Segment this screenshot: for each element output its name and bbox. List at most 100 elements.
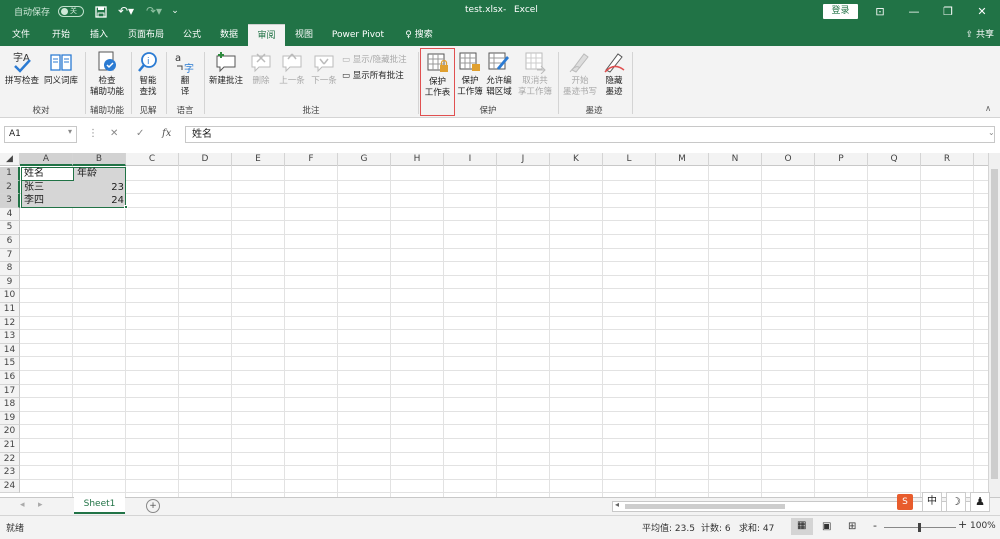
close-icon[interactable]: ✕: [965, 0, 999, 24]
skin-icon[interactable]: ♟: [970, 492, 990, 512]
row-header-4[interactable]: 4: [0, 207, 20, 222]
vertical-scrollbar[interactable]: [988, 153, 1000, 497]
row-header-9[interactable]: 9: [0, 275, 20, 290]
hide-ink-button[interactable]: 隐藏 墨迹: [600, 50, 628, 98]
tab-home[interactable]: 开始: [44, 24, 78, 46]
column-header-j[interactable]: J: [497, 153, 550, 166]
column-header-b[interactable]: B: [73, 153, 126, 166]
tab-power-pivot[interactable]: Power Pivot: [326, 24, 390, 46]
show-all-comments-button[interactable]: ▭ 显示所有批注: [342, 69, 404, 81]
tab-insert[interactable]: 插入: [82, 24, 116, 46]
previous-comment-button[interactable]: 上一条: [276, 50, 308, 87]
row-header-20[interactable]: 20: [0, 425, 20, 439]
column-header-q[interactable]: Q: [868, 153, 921, 166]
row-header-15[interactable]: 15: [0, 357, 20, 371]
row-header-14[interactable]: 14: [0, 343, 20, 358]
cell-b2[interactable]: 23: [75, 181, 126, 194]
row-header-5[interactable]: 5: [0, 221, 20, 235]
cell-b3[interactable]: 24: [75, 194, 126, 207]
page-break-view-icon[interactable]: ⊞: [848, 521, 856, 532]
spelling-button[interactable]: 字A 拼写检查: [3, 50, 41, 87]
row-header-24[interactable]: 24: [0, 479, 20, 494]
tab-view[interactable]: 视图: [287, 24, 321, 46]
column-header-o[interactable]: O: [762, 153, 815, 166]
row-header-16[interactable]: 16: [0, 371, 20, 385]
column-header-g[interactable]: G: [338, 153, 391, 166]
row-header-3[interactable]: 3: [0, 194, 20, 208]
normal-view-button[interactable]: ▦: [791, 518, 813, 535]
cell-a2[interactable]: 张三: [22, 181, 46, 194]
ime-chinese-toggle[interactable]: 中: [922, 492, 942, 512]
row-header-7[interactable]: 7: [0, 248, 20, 263]
autosave-toggle[interactable]: 关: [58, 6, 84, 17]
next-sheet-icon[interactable]: ▸: [38, 500, 43, 510]
undo-icon[interactable]: ↶▾: [114, 3, 138, 20]
column-header-n[interactable]: N: [709, 153, 762, 166]
worksheet-grid[interactable]: ◢ ABCDEFGHIJKLMNOPQR 1 2 3 4 5 6 7 8 9 10 11 12 13 14…: [0, 153, 1000, 497]
column-header-h[interactable]: H: [391, 153, 444, 166]
zoom-slider-thumb[interactable]: [918, 523, 921, 532]
ribbon-display-icon[interactable]: ⊡: [863, 0, 897, 24]
row-header-1[interactable]: 1: [0, 167, 20, 181]
column-header-f[interactable]: F: [285, 153, 338, 166]
vertical-scroll-thumb[interactable]: [991, 169, 998, 479]
prev-sheet-icon[interactable]: ◂: [20, 500, 25, 510]
row-header-17[interactable]: 17: [0, 384, 20, 399]
save-icon[interactable]: [92, 3, 110, 20]
row-header-13[interactable]: 13: [0, 330, 20, 344]
login-button[interactable]: 登录: [823, 4, 858, 19]
moon-icon[interactable]: ☽: [946, 492, 966, 512]
new-comment-button[interactable]: 新建批注: [206, 50, 246, 87]
show-hide-comment-button[interactable]: ▭ 显示/隐藏批注: [342, 53, 407, 65]
share-button[interactable]: ⇪ 共享: [966, 24, 994, 46]
translate-button[interactable]: a字 翻 译: [169, 50, 201, 98]
insert-function-button[interactable]: fx: [162, 128, 171, 139]
column-header-m[interactable]: M: [656, 153, 709, 166]
tab-page-layout[interactable]: 页面布局: [122, 24, 170, 46]
zoom-slider[interactable]: [884, 523, 956, 532]
next-comment-button[interactable]: 下一条: [308, 50, 340, 87]
row-header-21[interactable]: 21: [0, 439, 20, 453]
smart-lookup-button[interactable]: i 智能 查找: [133, 50, 163, 98]
check-accessibility-button[interactable]: 检查 辅助功能: [87, 50, 127, 98]
enter-icon[interactable]: ✓: [136, 128, 144, 139]
row-header-19[interactable]: 19: [0, 411, 20, 426]
tab-formulas[interactable]: 公式: [175, 24, 209, 46]
page-layout-view-icon[interactable]: ▣: [822, 521, 831, 532]
redo-icon[interactable]: ↷▾: [142, 3, 166, 20]
collapse-ribbon-icon[interactable]: ∧: [985, 104, 991, 114]
add-sheet-button[interactable]: +: [146, 499, 160, 513]
row-header-22[interactable]: 22: [0, 452, 20, 467]
customize-qat-icon[interactable]: ⌄: [166, 3, 184, 20]
zoom-in-button[interactable]: +: [958, 518, 967, 531]
name-box[interactable]: A1: [4, 126, 77, 143]
column-header-d[interactable]: D: [179, 153, 232, 166]
zoom-out-button[interactable]: -: [873, 519, 877, 532]
tab-review[interactable]: 审阅: [248, 24, 285, 47]
row-header-2[interactable]: 2: [0, 180, 20, 195]
column-header-k[interactable]: K: [550, 153, 603, 166]
column-header-p[interactable]: P: [815, 153, 868, 166]
column-header-c[interactable]: C: [126, 153, 179, 166]
row-header-12[interactable]: 12: [0, 316, 20, 331]
thesaurus-button[interactable]: 同义词库: [42, 50, 80, 87]
start-inking-button[interactable]: 开始 墨迹书写: [561, 50, 599, 98]
cell-b1[interactable]: 年龄: [75, 167, 99, 180]
tab-data[interactable]: 数据: [212, 24, 246, 46]
allow-edit-ranges-button[interactable]: 允许编 辑区域: [484, 50, 514, 98]
select-all-corner[interactable]: ◢: [0, 153, 20, 166]
formula-input[interactable]: 姓名: [185, 126, 995, 143]
sogou-ime-icon[interactable]: S: [897, 494, 913, 510]
row-header-18[interactable]: 18: [0, 398, 20, 412]
delete-comment-button[interactable]: 删除: [247, 50, 275, 87]
cancel-icon[interactable]: ✕: [110, 128, 118, 139]
row-header-10[interactable]: 10: [0, 289, 20, 303]
row-header-8[interactable]: 8: [0, 262, 20, 276]
zoom-level[interactable]: 100%: [970, 521, 996, 531]
column-header-e[interactable]: E: [232, 153, 285, 166]
scroll-left-icon[interactable]: ◂: [615, 500, 619, 509]
row-header-6[interactable]: 6: [0, 235, 20, 249]
row-header-11[interactable]: 11: [0, 303, 20, 317]
row-header-23[interactable]: 23: [0, 466, 20, 480]
expand-formula-bar-icon[interactable]: ⌄: [988, 128, 995, 137]
